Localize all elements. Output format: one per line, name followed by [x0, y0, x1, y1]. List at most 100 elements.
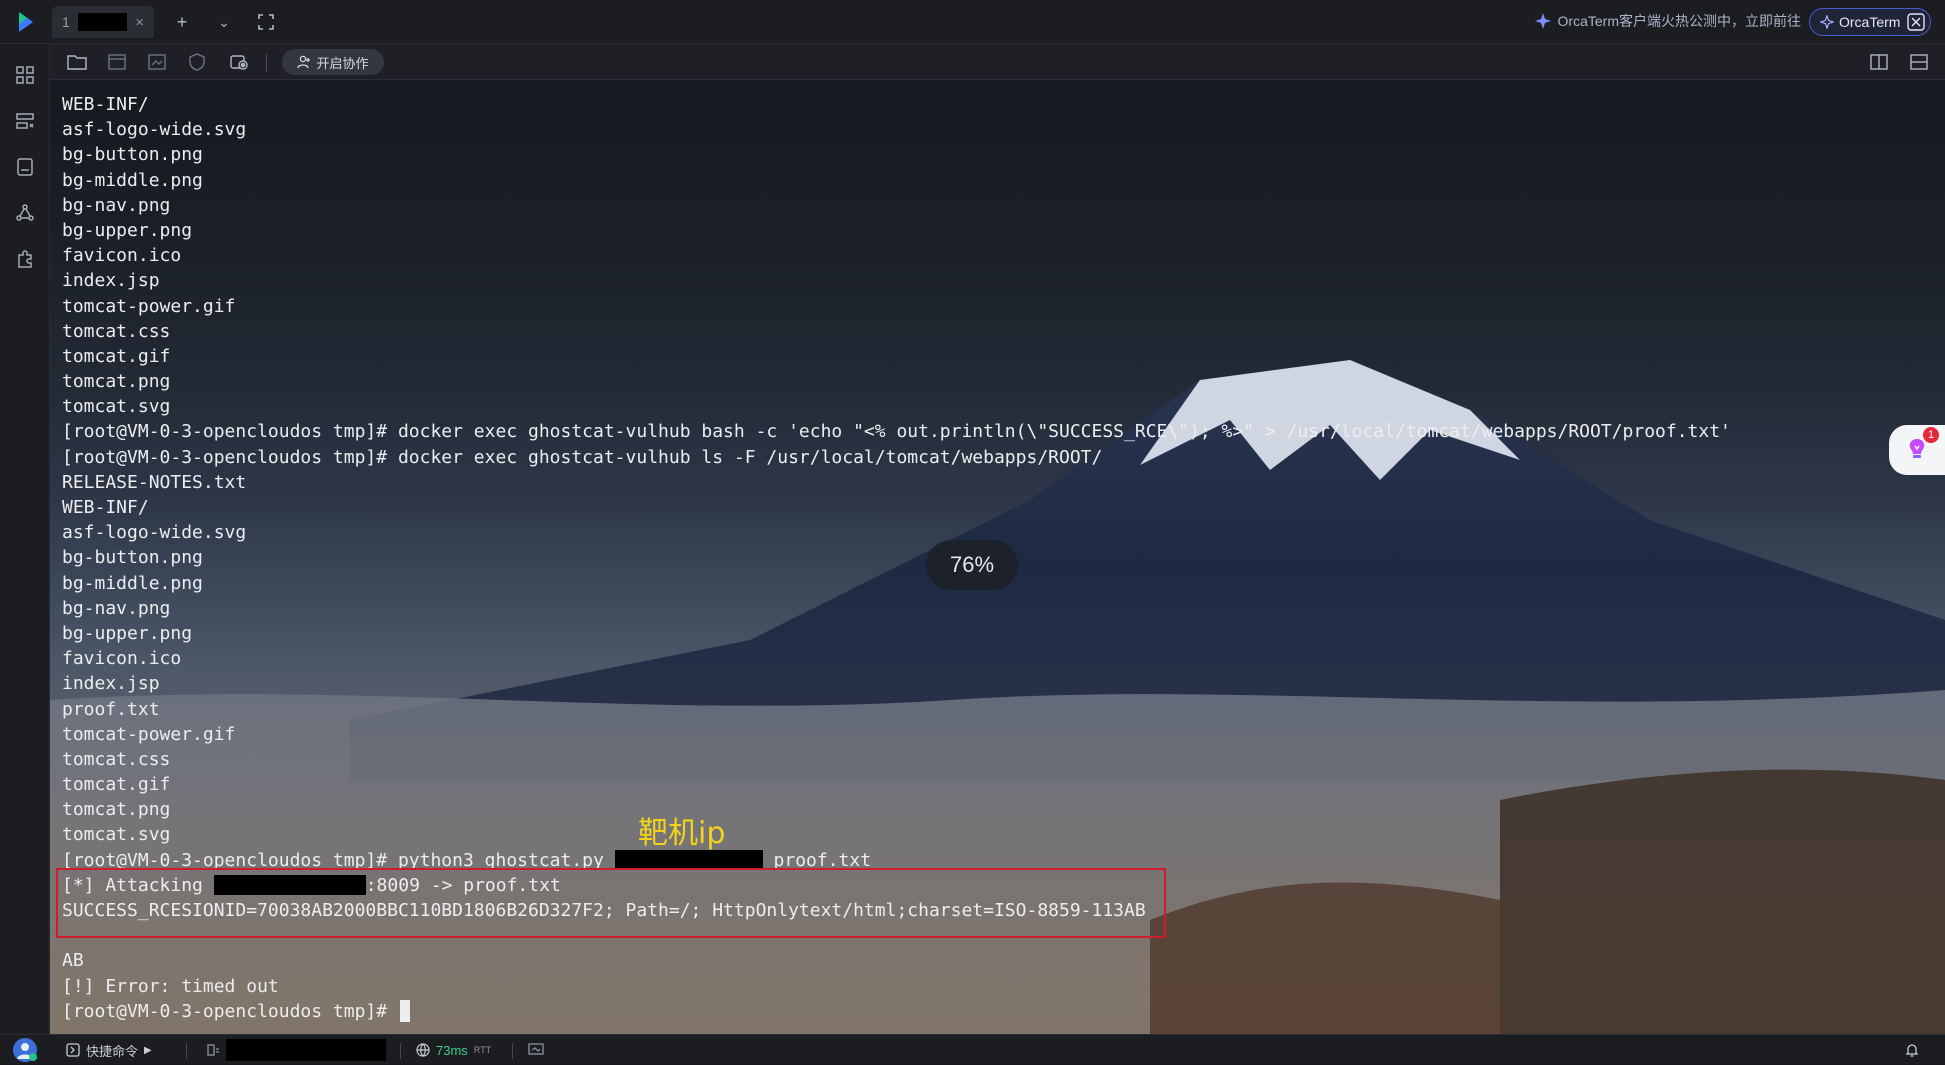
terminal-line: tomcat.css — [62, 319, 1922, 344]
terminal-line-text: tomcat-power.gif — [62, 723, 236, 745]
toolbar-divider — [266, 54, 267, 72]
terminal-line: bg-middle.png — [62, 168, 1922, 193]
terminal-line: tomcat-power.gif — [62, 294, 1922, 319]
terminal-line: [root@VM-0-3-opencloudos tmp]# docker ex… — [62, 419, 1922, 444]
terminal-line-text: [root@VM-0-3-opencloudos tmp]# docker ex… — [62, 421, 1731, 443]
collaborate-button[interactable]: 开启协作 — [282, 49, 384, 75]
tab-close-icon[interactable]: × — [135, 14, 144, 31]
split-horizontal-icon[interactable] — [1906, 50, 1932, 74]
terminal-line: tomcat.gif — [62, 344, 1922, 369]
terminal-line: tomcat.gif — [62, 772, 1922, 797]
terminal-line: bg-nav.png — [62, 596, 1922, 621]
terminal-line-text: AB — [62, 950, 84, 972]
status-divider — [186, 1043, 187, 1059]
status-bar: 快捷命令 ▶ 73ms RTT — [0, 1034, 1945, 1064]
terminal-line-text: WEB-INF/ — [62, 497, 149, 518]
terminal-toolbar: 开启协作 — [50, 44, 1945, 80]
storage-icon[interactable] — [12, 154, 38, 180]
add-tab-icon[interactable]: + — [168, 8, 196, 36]
terminal-line-text: tomcat-power.gif — [62, 295, 236, 317]
monitor-icon[interactable] — [528, 1035, 544, 1065]
terminal-line: index.jsp — [62, 268, 1922, 293]
chevron-down-icon[interactable]: ⌄ — [210, 8, 238, 36]
server-icon — [207, 1044, 219, 1056]
network-icon[interactable] — [12, 200, 38, 226]
top-tab-bar: 1 × + ⌄ OrcaTerm客户端火热公测中，立即前往 OrcaTerm — [0, 0, 1945, 44]
terminal-line: asf-logo-wide.svg — [62, 117, 1922, 142]
translate-icon[interactable] — [1906, 12, 1926, 32]
user-icon — [297, 55, 311, 69]
terminal-line-text: bg-button.png — [62, 144, 203, 166]
sparkle-icon — [1534, 13, 1551, 29]
shield-icon[interactable] — [184, 50, 210, 74]
terminal-line-text: proof.txt — [62, 698, 160, 720]
terminal-line: proof.txt — [62, 697, 1922, 722]
host-info[interactable] — [206, 1035, 386, 1065]
screenshot-icon[interactable] — [144, 50, 170, 74]
plugin-icon[interactable] — [12, 246, 38, 272]
collaborate-label: 开启协作 — [316, 55, 369, 71]
terminal-line-text: bg-middle.png — [62, 572, 203, 594]
terminal-line-text: favicon.ico — [62, 245, 182, 267]
terminal-line: [root@VM-0-3-opencloudos tmp]# docker ex… — [62, 445, 1922, 470]
terminal-line: bg-upper.png — [62, 218, 1922, 243]
terminal-line: index.jsp — [62, 671, 1922, 696]
shortcut-commands-label: 快捷命令 — [86, 1043, 139, 1059]
terminal-line-text: [!] Error: timed out — [62, 975, 279, 997]
final-prompt-text: [root@VM-0-3-opencloudos tmp]# — [62, 1000, 398, 1022]
terminal-line-text: index.jsp — [62, 673, 160, 695]
bell-icon[interactable] — [1904, 1035, 1920, 1065]
terminal-line-text: tomcat.css — [62, 320, 171, 342]
promo-text: OrcaTerm客户端火热公测中，立即前往 — [1557, 13, 1801, 29]
terminal-line: WEB-INF/ — [62, 495, 1922, 520]
zoom-percentage: 76% — [926, 540, 1018, 590]
highlight-box — [56, 868, 1166, 938]
terminal-line: bg-nav.png — [62, 193, 1922, 218]
record-icon[interactable] — [226, 50, 252, 74]
terminal-cursor — [399, 1000, 410, 1023]
terminal-line: tomcat.svg — [62, 394, 1922, 419]
orcaterm-button[interactable]: OrcaTerm — [1809, 8, 1931, 36]
notification-count: 1 — [1923, 427, 1939, 443]
redacted-tab-title — [77, 13, 128, 31]
terminal-line-text: bg-button.png — [62, 547, 203, 569]
sftp-icon[interactable] — [64, 50, 90, 74]
apps-grid-icon[interactable] — [12, 62, 38, 88]
terminal-line: tomcat.png — [62, 797, 1922, 822]
terminal-line: bg-button.png — [62, 142, 1922, 167]
server-list-icon[interactable] — [12, 108, 38, 134]
terminal-line-text: bg-nav.png — [62, 194, 171, 216]
annotation-label: 靶机ip — [638, 816, 726, 851]
terminal-line-text: RELEASE-NOTES.txt — [62, 471, 247, 493]
user-avatar[interactable] — [12, 1035, 38, 1065]
terminal-line: favicon.ico — [62, 646, 1922, 671]
terminal-view[interactable]: WEB-INF/asf-logo-wide.svg bg-button.png bg… — [50, 80, 1945, 1034]
redacted-host — [226, 1039, 386, 1061]
globe-icon — [416, 1043, 430, 1057]
terminal-line-text: bg-upper.png — [62, 219, 193, 241]
status-divider — [512, 1043, 513, 1059]
terminal-line-text: tomcat.css — [62, 748, 171, 770]
split-vertical-icon[interactable] — [1866, 50, 1892, 74]
terminal-line: RELEASE-NOTES.txt — [62, 470, 1922, 495]
terminal-line-text: bg-middle.png — [62, 169, 203, 191]
latency-unit: RTT — [473, 1045, 492, 1055]
latency-indicator: 73ms RTT — [416, 1035, 491, 1065]
terminal-line-text: favicon.ico — [62, 648, 182, 670]
floating-assistant-button[interactable]: 1 — [1889, 425, 1945, 475]
command-icon — [66, 1043, 80, 1057]
terminal-line-text: tomcat.svg — [62, 824, 171, 846]
terminal-line: tomcat-power.gif — [62, 722, 1922, 747]
terminal-line-text: [root@VM-0-3-opencloudos tmp]# docker ex… — [62, 446, 1103, 468]
terminal-line-text: index.jsp — [62, 270, 160, 292]
shortcut-commands-button[interactable]: 快捷命令 ▶ — [66, 1035, 152, 1065]
tab-number: 1 — [62, 14, 70, 30]
latency-value: 73ms — [436, 1042, 468, 1058]
fullscreen-icon[interactable] — [252, 8, 280, 36]
session-tab[interactable]: 1 × — [52, 6, 154, 38]
terminal-line-text: tomcat.gif — [62, 345, 171, 367]
terminal-line-text: tomcat.png — [62, 371, 171, 393]
file-transfer-icon[interactable] — [104, 50, 130, 74]
terminal-line: [!] Error: timed out — [62, 974, 1922, 999]
promo-banner[interactable]: OrcaTerm客户端火热公测中，立即前往 — [1534, 11, 1801, 31]
